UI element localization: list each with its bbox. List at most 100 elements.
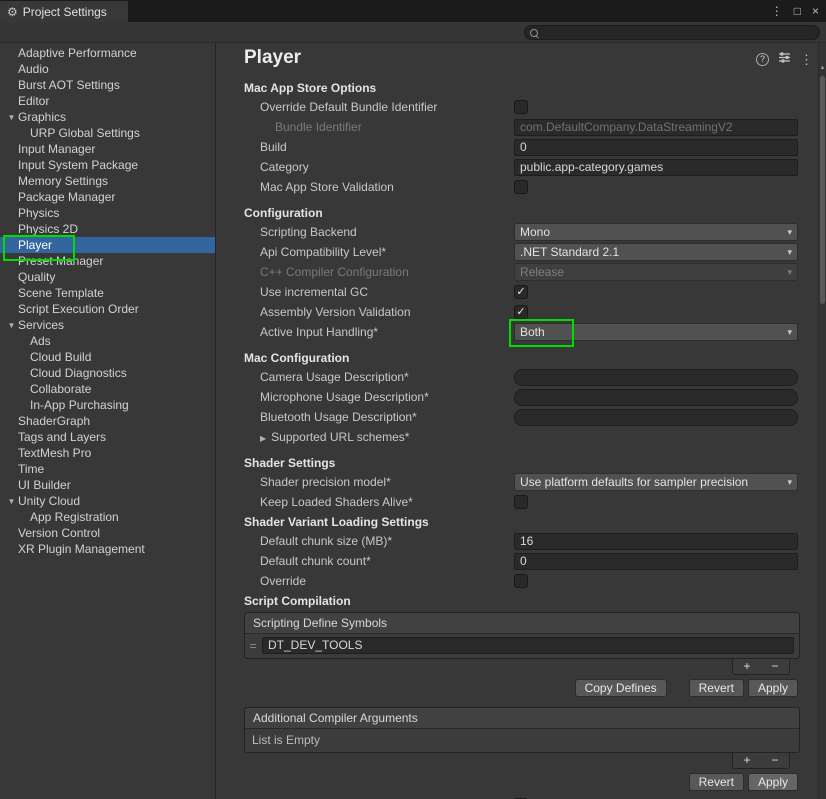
keep-loaded-shaders-alive-checkbox[interactable] [514, 495, 528, 509]
drag-handle-icon[interactable]: = [248, 639, 258, 653]
sidebar-item-adaptive-performance[interactable]: Adaptive Performance [0, 45, 215, 61]
sidebar-item-tags-and-layers[interactable]: Tags and Layers [0, 429, 215, 445]
window-close-icon[interactable]: × [812, 4, 819, 18]
assembly-version-validation-checkbox[interactable]: ✓ [514, 305, 528, 319]
presets-icon[interactable] [778, 51, 791, 67]
sidebar-item-input-manager[interactable]: Input Manager [0, 141, 215, 157]
foldout-open-icon[interactable]: ▼ [5, 113, 18, 122]
shader-precision-model-dropdown[interactable]: Use platform defaults for sampler precis… [514, 473, 798, 491]
chevron-down-icon: ▾ [787, 327, 792, 338]
sidebar-item-label: Cloud Build [30, 350, 91, 364]
sidebar-item-script-execution-order[interactable]: Script Execution Order [0, 301, 215, 317]
sidebar-item-label: Graphics [18, 110, 66, 124]
define-symbol-field[interactable]: DT_DEV_TOOLS [262, 637, 794, 654]
override-checkbox[interactable] [514, 574, 528, 588]
sidebar-item-graphics[interactable]: ▼Graphics [0, 109, 215, 125]
bundle-identifier-field: com.DefaultCompany.DataStreamingV2 [514, 119, 798, 136]
row-keep-loaded-shaders-alive: Keep Loaded Shaders Alive* [216, 492, 818, 512]
sidebar-item-cloud-build[interactable]: Cloud Build [0, 349, 215, 365]
apply-button[interactable]: Apply [748, 679, 798, 697]
vertical-scrollbar[interactable]: ▲ [818, 43, 826, 799]
sidebar-item-physics-2d[interactable]: Physics 2D [0, 221, 215, 237]
sidebar-item-audio[interactable]: Audio [0, 61, 215, 77]
supported-url-schemes-foldout[interactable]: ▶Supported URL schemes* [260, 430, 514, 444]
dropdown-value: Mono [520, 225, 787, 239]
sidebar-item-textmesh-pro[interactable]: TextMesh Pro [0, 445, 215, 461]
sidebar-item-unity-cloud[interactable]: ▼Unity Cloud [0, 493, 215, 509]
override-bundle-identifier-checkbox[interactable] [514, 100, 528, 114]
sidebar-item-collaborate[interactable]: Collaborate [0, 381, 215, 397]
search-input[interactable] [542, 26, 814, 40]
default-chunk-count-field[interactable]: 0 [514, 553, 798, 570]
scripting-define-symbols-box: Scripting Define Symbols = DT_DEV_TOOLS [244, 612, 800, 659]
sidebar-item-package-manager[interactable]: Package Manager [0, 189, 215, 205]
api-compatibility-level-dropdown[interactable]: .NET Standard 2.1 ▾ [514, 243, 798, 261]
sidebar-item-version-control[interactable]: Version Control [0, 525, 215, 541]
define-symbols-list-footer: + − [732, 659, 790, 675]
row-category: Category public.app-category.games [216, 157, 818, 177]
help-icon[interactable]: ? [756, 53, 769, 66]
sidebar-item-shadergraph[interactable]: ShaderGraph [0, 413, 215, 429]
sidebar-item-player[interactable]: Player [0, 237, 215, 253]
copy-defines-button[interactable]: Copy Defines [575, 679, 667, 697]
sidebar-item-label: App Registration [30, 510, 119, 524]
player-settings-content: Mac App Store Options Override Default B… [216, 76, 818, 799]
scripting-backend-dropdown[interactable]: Mono ▾ [514, 223, 798, 241]
field-label: Override [260, 574, 514, 588]
row-active-input-handling: Active Input Handling* Both ▾ [216, 322, 818, 342]
sidebar-item-label: Services [18, 318, 64, 332]
sidebar-item-app-registration[interactable]: App Registration [0, 509, 215, 525]
sidebar-item-label: Physics 2D [18, 222, 78, 236]
window-tab-label: Project Settings [23, 5, 107, 19]
define-symbol-list-item[interactable]: = DT_DEV_TOOLS [248, 637, 794, 654]
sidebar-item-scene-template[interactable]: Scene Template [0, 285, 215, 301]
remove-button[interactable]: − [764, 660, 786, 673]
microphone-usage-description-field[interactable] [514, 389, 798, 406]
window-menu-icon[interactable]: ⋮ [771, 4, 783, 18]
sidebar-item-editor[interactable]: Editor [0, 93, 215, 109]
search-box[interactable] [524, 25, 820, 40]
sidebar-item-preset-manager[interactable]: Preset Manager [0, 253, 215, 269]
mac-app-store-validation-checkbox[interactable] [514, 180, 528, 194]
window-restore-icon[interactable]: □ [794, 4, 801, 18]
apply-button[interactable]: Apply [748, 773, 798, 791]
field-label: Use incremental GC [260, 285, 514, 299]
chevron-down-icon: ▾ [787, 267, 792, 278]
sidebar-item-input-system-package[interactable]: Input System Package [0, 157, 215, 173]
build-field[interactable]: 0 [514, 139, 798, 156]
category-field[interactable]: public.app-category.games [514, 159, 798, 176]
panel-menu-icon[interactable]: ⋮ [800, 53, 813, 66]
sidebar-item-xr-plugin-management[interactable]: XR Plugin Management [0, 541, 215, 557]
sidebar-item-quality[interactable]: Quality [0, 269, 215, 285]
sidebar-item-ads[interactable]: Ads [0, 333, 215, 349]
sidebar-item-cloud-diagnostics[interactable]: Cloud Diagnostics [0, 365, 215, 381]
foldout-open-icon[interactable]: ▼ [5, 321, 18, 330]
add-button[interactable]: + [736, 754, 758, 767]
sidebar-item-physics[interactable]: Physics [0, 205, 215, 221]
window-tab-project-settings[interactable]: ⚙ Project Settings [0, 1, 128, 22]
dropdown-value: .NET Standard 2.1 [520, 245, 787, 259]
active-input-handling-dropdown[interactable]: Both ▾ [514, 323, 798, 341]
sidebar-item-ui-builder[interactable]: UI Builder [0, 477, 215, 493]
toolbar [0, 22, 826, 43]
bluetooth-usage-description-field[interactable] [514, 409, 798, 426]
sidebar-item-time[interactable]: Time [0, 461, 215, 477]
scroll-up-icon[interactable]: ▲ [819, 65, 826, 71]
add-button[interactable]: + [736, 660, 758, 673]
sidebar-item-burst-aot-settings[interactable]: Burst AOT Settings [0, 77, 215, 93]
revert-button[interactable]: Revert [689, 679, 744, 697]
remove-button[interactable]: − [764, 754, 786, 767]
sidebar-item-services[interactable]: ▼Services [0, 317, 215, 333]
scrollbar-thumb[interactable] [820, 76, 825, 304]
field-label: Default chunk count* [260, 554, 514, 568]
sidebar-item-memory-settings[interactable]: Memory Settings [0, 173, 215, 189]
row-supported-url-schemes: ▶Supported URL schemes* [216, 427, 818, 447]
camera-usage-description-field[interactable] [514, 369, 798, 386]
sidebar-item-urp-global-settings[interactable]: URP Global Settings [0, 125, 215, 141]
use-incremental-gc-checkbox[interactable]: ✓ [514, 285, 528, 299]
sidebar-item-in-app-purchasing[interactable]: In-App Purchasing [0, 397, 215, 413]
revert-button[interactable]: Revert [689, 773, 744, 791]
default-chunk-size-field[interactable]: 16 [514, 533, 798, 550]
row-use-incremental-gc: Use incremental GC ✓ [216, 282, 818, 302]
foldout-open-icon[interactable]: ▼ [5, 497, 18, 506]
